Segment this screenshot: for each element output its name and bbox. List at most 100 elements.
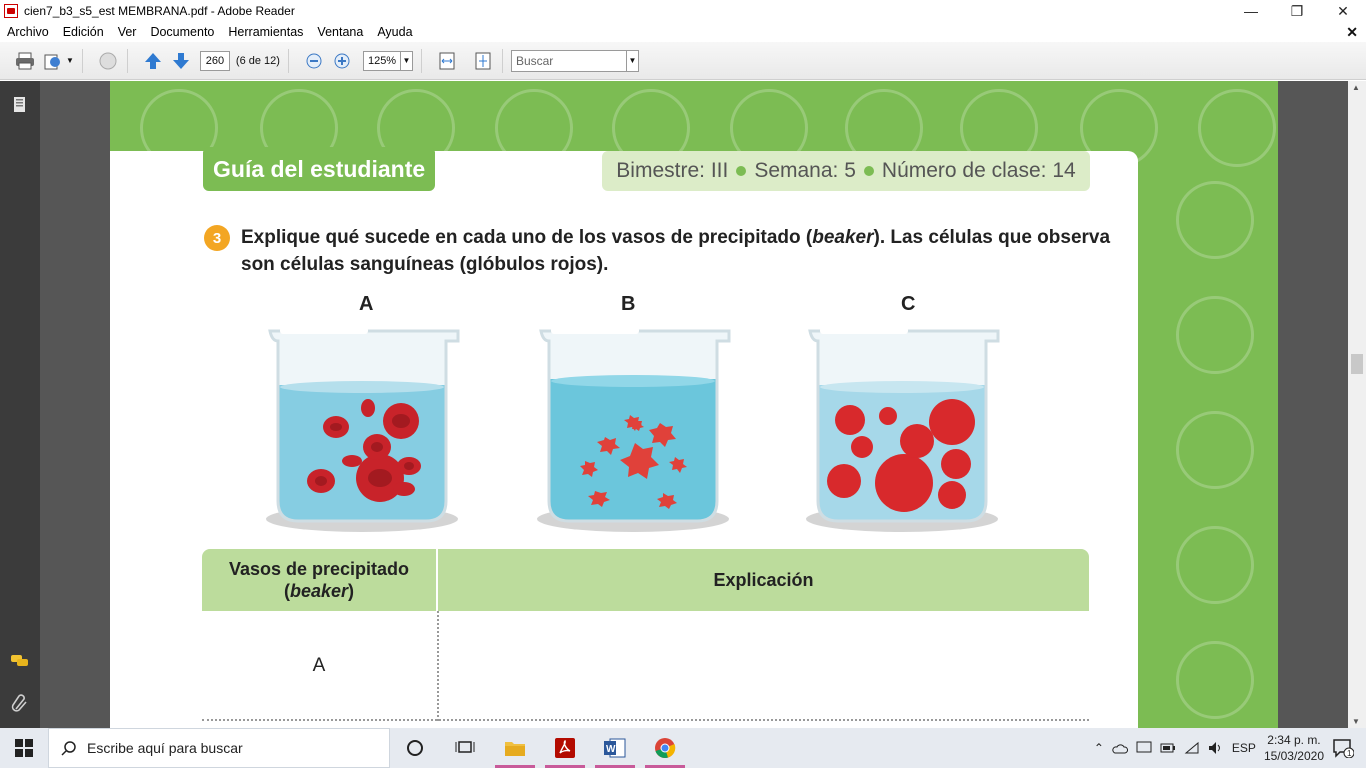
table-header-explanation: Explicación xyxy=(438,549,1089,611)
taskbar-search-text: Escribe aquí para buscar xyxy=(87,740,243,756)
decorative-circle xyxy=(1176,411,1254,489)
bullet-icon xyxy=(736,166,747,176)
search-input[interactable]: Buscar xyxy=(510,49,627,72)
fit-page-button[interactable] xyxy=(472,48,494,74)
table-row-label-a: A xyxy=(312,655,326,676)
task-view-icon xyxy=(455,741,475,753)
beaker-c-image xyxy=(806,327,1000,532)
next-page-button[interactable] xyxy=(170,48,192,74)
scroll-thumb[interactable] xyxy=(1351,354,1363,374)
previous-page-button[interactable] xyxy=(142,48,164,74)
start-button[interactable] xyxy=(0,728,48,768)
page-count: (6 de 12) xyxy=(235,54,280,67)
menu-archivo[interactable]: Archivo xyxy=(0,25,56,39)
table-row-divider xyxy=(202,719,1089,721)
file-explorer-button[interactable] xyxy=(490,728,540,768)
adobe-reader-window: cien7_b3_s5_est MEMBRANA.pdf - Adobe Rea… xyxy=(0,0,1366,768)
menu-ventana[interactable]: Ventana xyxy=(310,25,370,39)
cortana-button[interactable] xyxy=(390,728,440,768)
battery-icon[interactable] xyxy=(1160,742,1176,754)
toolbar-separator xyxy=(501,48,503,73)
arrow-down-icon xyxy=(172,52,189,69)
taskbar-search-box[interactable]: Escribe aquí para buscar xyxy=(48,728,390,768)
paren-close: ) xyxy=(348,581,355,601)
chevron-down-icon[interactable]: ▼ xyxy=(400,50,413,71)
class-info-badge: Bimestre: III Semana: 5 Número de clase:… xyxy=(602,151,1090,191)
vertical-scrollbar[interactable]: ▲ ▼ xyxy=(1348,81,1366,728)
bimestre-label: Bimestre: III xyxy=(616,159,729,182)
menu-herramientas[interactable]: Herramientas xyxy=(221,25,310,39)
close-button[interactable]: ✕ xyxy=(1320,0,1366,22)
zoom-select[interactable]: 125% ▼ xyxy=(362,48,413,74)
decorative-circle xyxy=(1176,296,1254,374)
onedrive-icon[interactable] xyxy=(1112,742,1128,754)
cortana-icon xyxy=(407,740,423,756)
printer-icon xyxy=(16,52,34,69)
restore-button[interactable]: ❐ xyxy=(1274,0,1320,22)
toolbar-separator xyxy=(81,48,83,73)
decorative-circle xyxy=(1176,181,1254,259)
adobe-reader-taskbar-button[interactable] xyxy=(540,728,590,768)
zoom-out-button[interactable] xyxy=(303,48,325,74)
window-controls: — ❐ ✕ xyxy=(1228,0,1366,22)
pages-icon[interactable] xyxy=(10,95,30,115)
comments-icon[interactable] xyxy=(10,651,30,671)
attachments-icon[interactable] xyxy=(10,693,30,713)
question-text-italic: beaker xyxy=(812,227,874,248)
clock-time: 2:34 p. m. xyxy=(1267,733,1321,747)
chrome-icon xyxy=(655,738,676,758)
table-header-beakers-line2: (beaker) xyxy=(284,580,354,602)
toolbar-separator xyxy=(126,48,128,73)
volume-icon[interactable] xyxy=(1208,741,1224,755)
print-button[interactable] xyxy=(14,48,36,74)
menu-ayuda[interactable]: Ayuda xyxy=(370,25,419,39)
minimize-button[interactable]: — xyxy=(1228,0,1274,22)
toolbar-separator xyxy=(420,48,422,73)
chevron-down-icon[interactable]: ▼ xyxy=(626,49,639,72)
word-icon: W xyxy=(604,738,626,758)
beaker-label-c: C xyxy=(901,293,916,315)
search-field[interactable]: Buscar ▼ xyxy=(510,48,639,74)
table-divider xyxy=(437,611,439,721)
scroll-up-icon[interactable]: ▲ xyxy=(1352,83,1360,92)
windows-taskbar: Escribe aquí para buscar W ⌃ ESP 2:34 p.… xyxy=(0,728,1366,768)
beaker-a-image xyxy=(266,327,460,532)
page-title: Guía del estudiante xyxy=(203,147,436,191)
display-icon[interactable] xyxy=(1136,741,1152,755)
page-number-input[interactable]: 260 xyxy=(199,50,230,71)
share-icon xyxy=(44,54,60,69)
word-taskbar-button[interactable]: W xyxy=(590,728,640,768)
notifications-icon[interactable]: 1 xyxy=(1332,738,1354,758)
question-number-badge: 3 xyxy=(204,225,230,251)
beaker-label-a: A xyxy=(359,293,374,315)
clock[interactable]: 2:34 p. m. 15/03/2020 xyxy=(1264,732,1324,764)
menu-documento[interactable]: Documento xyxy=(143,25,221,39)
bullet-icon xyxy=(863,166,874,176)
table-header-beakers-line1: Vasos de precipitado xyxy=(228,559,410,579)
fit-width-icon xyxy=(439,52,455,69)
adobe-reader-icon xyxy=(555,738,575,758)
menu-ver[interactable]: Ver xyxy=(111,25,144,39)
chrome-taskbar-button[interactable] xyxy=(640,728,690,768)
chevron-down-icon: ▼ xyxy=(66,56,74,65)
wifi-icon[interactable] xyxy=(1184,741,1200,755)
notification-count: 1 xyxy=(1347,749,1352,758)
document-view[interactable]: Guía del estudiante Bimestre: III Semana… xyxy=(40,81,1348,728)
attach-button[interactable]: ▼ xyxy=(42,48,74,74)
task-view-button[interactable] xyxy=(440,728,490,768)
scroll-down-icon[interactable]: ▼ xyxy=(1352,717,1360,726)
zoom-in-icon xyxy=(334,53,350,68)
page-number-field[interactable]: 260 xyxy=(199,48,230,74)
close-document-icon[interactable]: ✕ xyxy=(1346,24,1358,41)
toolbar: ▼ 260 (6 de 12) 125% ▼ Buscar ▼ xyxy=(0,42,1366,80)
pdf-page: Guía del estudiante Bimestre: III Semana… xyxy=(110,81,1278,728)
language-indicator[interactable]: ESP xyxy=(1232,741,1256,755)
menu-edicion[interactable]: Edición xyxy=(56,25,111,39)
collaborate-button[interactable] xyxy=(97,48,119,74)
zoom-in-button[interactable] xyxy=(331,48,353,74)
fit-width-button[interactable] xyxy=(436,48,458,74)
zoom-value[interactable]: 125% xyxy=(362,50,401,71)
chevron-up-icon[interactable]: ⌃ xyxy=(1094,741,1104,755)
content-sheet: Guía del estudiante Bimestre: III Semana… xyxy=(110,147,1138,728)
pdf-file-icon xyxy=(4,4,18,18)
